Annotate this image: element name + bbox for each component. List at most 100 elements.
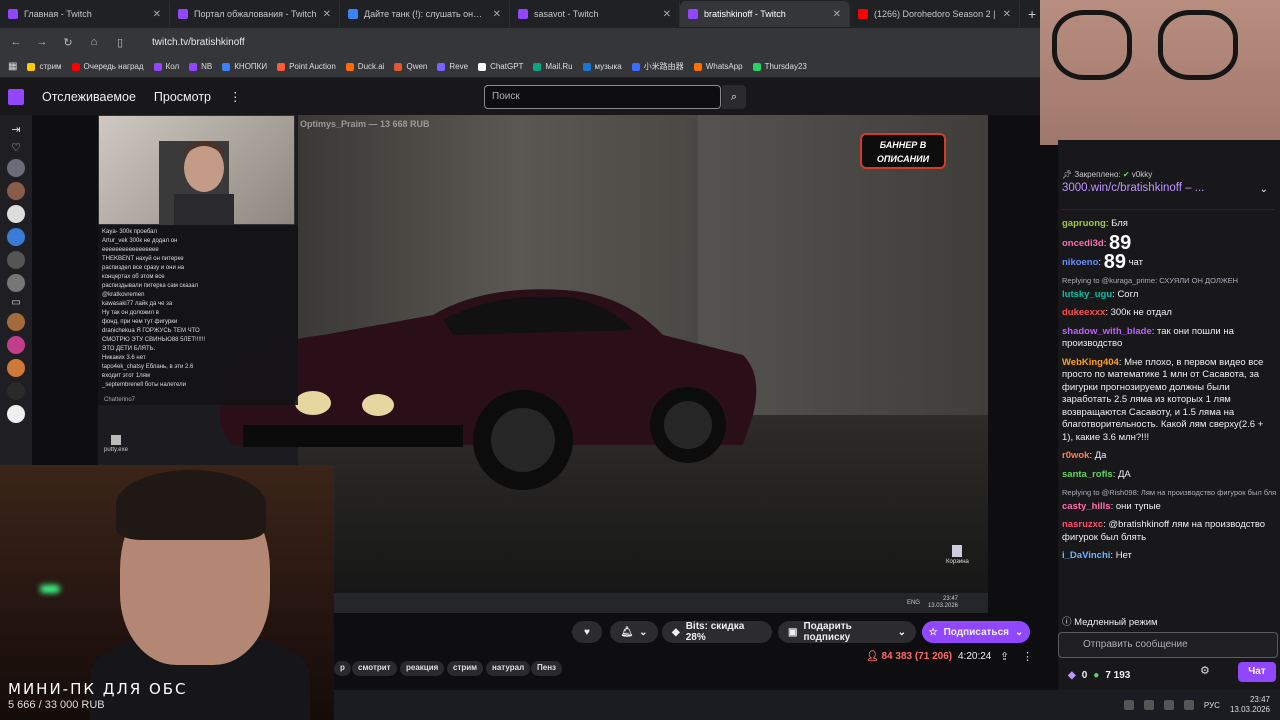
chat-username[interactable]: gapruong (1062, 218, 1106, 229)
search-input[interactable]: Поиск (484, 85, 721, 109)
stream-tag[interactable]: реакция (400, 661, 445, 676)
tray-icon[interactable] (1123, 700, 1134, 710)
bookmark-item[interactable]: музыка (582, 62, 622, 71)
bookmark-icon (478, 62, 487, 71)
close-icon[interactable]: ✕ (833, 9, 841, 20)
more-options-icon[interactable]: ⋮ (1022, 650, 1033, 663)
subscribe-button[interactable]: ☆ Подписаться ⌄ (922, 621, 1030, 643)
reload-icon[interactable]: ↻ (62, 36, 74, 49)
gear-icon[interactable]: ⚙ (1200, 664, 1210, 677)
tab-title: bratishkinoff - Twitch (704, 9, 786, 19)
channel-avatar[interactable] (7, 251, 25, 269)
bookmark-item[interactable]: Mail.Ru (533, 62, 573, 71)
stream-tag[interactable]: стрим (447, 661, 484, 676)
stream-tag[interactable]: Пенз (531, 661, 563, 676)
close-icon[interactable]: ✕ (153, 9, 161, 20)
bookmark-label: Mail.Ru (545, 62, 573, 71)
expand-icon[interactable]: ⇥ (11, 123, 20, 136)
bookmark-item[interactable]: Reve (437, 62, 468, 71)
bookmark-label: Qwen (406, 62, 428, 71)
bookmark-item[interactable]: WhatsApp (693, 62, 743, 71)
chat-username[interactable]: i_DaVinchi (1062, 550, 1110, 561)
bookmark-item[interactable]: Thursday23 (752, 62, 807, 71)
pinned-message[interactable]: 📌︎ Закреплено: ✔ v0kky 3000.win/c/bratis… (1062, 170, 1274, 210)
stream-tag[interactable]: р (334, 661, 351, 676)
chat-username[interactable]: WebKing404 (1062, 357, 1119, 368)
taskbar-clock[interactable]: 23:47 13.03.2026 (1230, 695, 1270, 715)
channel-avatar[interactable] (7, 159, 25, 177)
search-icon[interactable]: ⌕ (722, 85, 746, 109)
chat-username[interactable]: santa_rofls (1062, 469, 1113, 480)
channel-avatar[interactable] (7, 274, 25, 292)
bits-icon[interactable]: ◆ (1068, 670, 1076, 681)
gift-sub-button[interactable]: ▣ Подарить подписку ⌄ (778, 621, 916, 643)
browser-tab[interactable]: bratishkinoff - Twitch ✕ (680, 1, 850, 27)
bookmark-item[interactable]: КНОПКИ (222, 62, 267, 71)
url-field[interactable]: twitch.tv/bratishkinoff (152, 37, 245, 48)
browser-tab[interactable]: Портал обжалования - Twitch ✕ (170, 1, 340, 27)
channel-avatar[interactable] (7, 382, 25, 400)
tray-icon[interactable] (1143, 700, 1154, 710)
bookmark-item[interactable]: стрим (27, 62, 62, 71)
bookmark-item[interactable]: Очередь наград (71, 62, 144, 71)
tray-icon[interactable] (1183, 700, 1194, 710)
more-icon[interactable]: ⋮ (229, 89, 242, 104)
chat-username[interactable]: oncedi3d (1062, 237, 1104, 248)
chat-username[interactable]: lutsky_ugu (1062, 289, 1112, 300)
bookmark-item[interactable]: NB (189, 62, 212, 71)
channel-avatar[interactable] (7, 405, 25, 423)
browser-tab[interactable]: (1266) Dorohedoro Season 2 | ✕ (850, 1, 1020, 27)
channel-avatar[interactable] (7, 336, 25, 354)
tray-icon[interactable] (1163, 700, 1174, 710)
sidebar-icon[interactable]: ▯ (114, 36, 126, 49)
tab-favicon (8, 9, 18, 19)
browser-tab[interactable]: sasavot - Twitch ✕ (510, 1, 680, 27)
bookmark-item[interactable]: Qwen (394, 62, 427, 71)
reply-context[interactable]: Replying to @Rish098: Лям на производств… (1062, 487, 1276, 500)
chat-username[interactable]: casty_hills (1062, 501, 1111, 512)
close-icon[interactable]: ✕ (663, 9, 671, 20)
channel-avatar[interactable] (7, 205, 25, 223)
channel-avatar[interactable] (7, 228, 25, 246)
chat-username[interactable]: nikoeno (1062, 257, 1098, 268)
chevron-down-icon[interactable]: ⌄ (1260, 184, 1268, 195)
heart-icon[interactable]: ♡ (11, 141, 21, 154)
chat-username[interactable]: dukeexxx (1062, 307, 1105, 318)
pinned-link[interactable]: 3000.win/c/bratishkinoff – ... (1062, 182, 1274, 194)
nav-following[interactable]: Отслеживаемое (42, 90, 136, 104)
reply-context[interactable]: Replying to @kuraga_prime: СХУЯЛИ ОН ДОЛ… (1062, 275, 1276, 288)
stream-tag[interactable]: смотрит (352, 661, 397, 676)
chat-username[interactable]: r0wok (1062, 450, 1089, 461)
bookmark-item[interactable]: ChatGPT (478, 62, 523, 71)
language-indicator[interactable]: РУС (1204, 701, 1220, 710)
channel-avatar[interactable] (7, 182, 25, 200)
chat-username[interactable]: shadow_with_blade (1062, 326, 1152, 337)
share-icon[interactable]: ⇪ (1000, 650, 1009, 663)
close-icon[interactable]: ✕ (323, 9, 331, 20)
apps-icon[interactable]: ▦ (8, 61, 17, 72)
close-icon[interactable]: ✕ (493, 9, 501, 20)
channel-avatar[interactable] (7, 359, 25, 377)
bookmark-item[interactable]: Point Auction (277, 62, 336, 71)
chat-input[interactable]: Отправить сообщение (1058, 632, 1278, 658)
follow-heart-button[interactable]: ♥ (572, 621, 602, 643)
browser-tab[interactable]: Дайте танк (!): слушать онлайн ✕ (340, 1, 510, 27)
chat-username[interactable]: nasruzxc (1062, 519, 1103, 530)
chat-send-button[interactable]: Чат (1238, 662, 1276, 682)
notifications-button[interactable]: 🔔︎ ⌄ (610, 621, 658, 643)
video-icon[interactable]: ▭ (11, 297, 20, 308)
bookmark-item[interactable]: Кол (153, 62, 179, 71)
stream-tag[interactable]: натурал (486, 661, 531, 676)
forward-icon[interactable]: → (36, 36, 48, 48)
bits-button[interactable]: ◆ Bits: скидка 28% (662, 621, 772, 643)
channel-avatar[interactable] (7, 313, 25, 331)
bookmark-item[interactable]: 小米路由器 (631, 61, 684, 72)
channel-points-icon[interactable]: ● (1093, 670, 1099, 681)
bookmark-item[interactable]: Duck.ai (345, 62, 384, 71)
nav-browse[interactable]: Просмотр (154, 90, 211, 104)
browser-tab[interactable]: Главная - Twitch ✕ (0, 1, 170, 27)
back-icon[interactable]: ← (10, 36, 22, 48)
close-icon[interactable]: ✕ (1003, 9, 1011, 20)
home-icon[interactable]: ⌂ (88, 36, 100, 48)
twitch-logo[interactable] (8, 88, 24, 105)
